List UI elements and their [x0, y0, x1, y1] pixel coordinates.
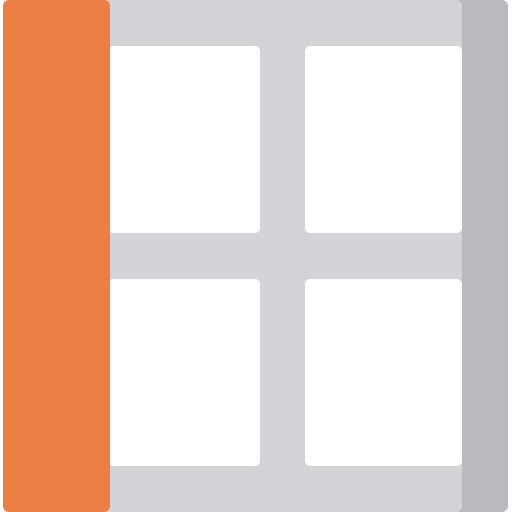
- pane-bottom-left: [108, 279, 260, 466]
- pane-top-right: [305, 46, 462, 233]
- pane-bottom-right: [305, 279, 462, 466]
- sidebar-layout-window-icon: [0, 0, 512, 512]
- sidebar-layout-window-svg: [3, 0, 508, 512]
- sidebar-panel: [3, 0, 110, 512]
- pane-top-left: [108, 46, 260, 233]
